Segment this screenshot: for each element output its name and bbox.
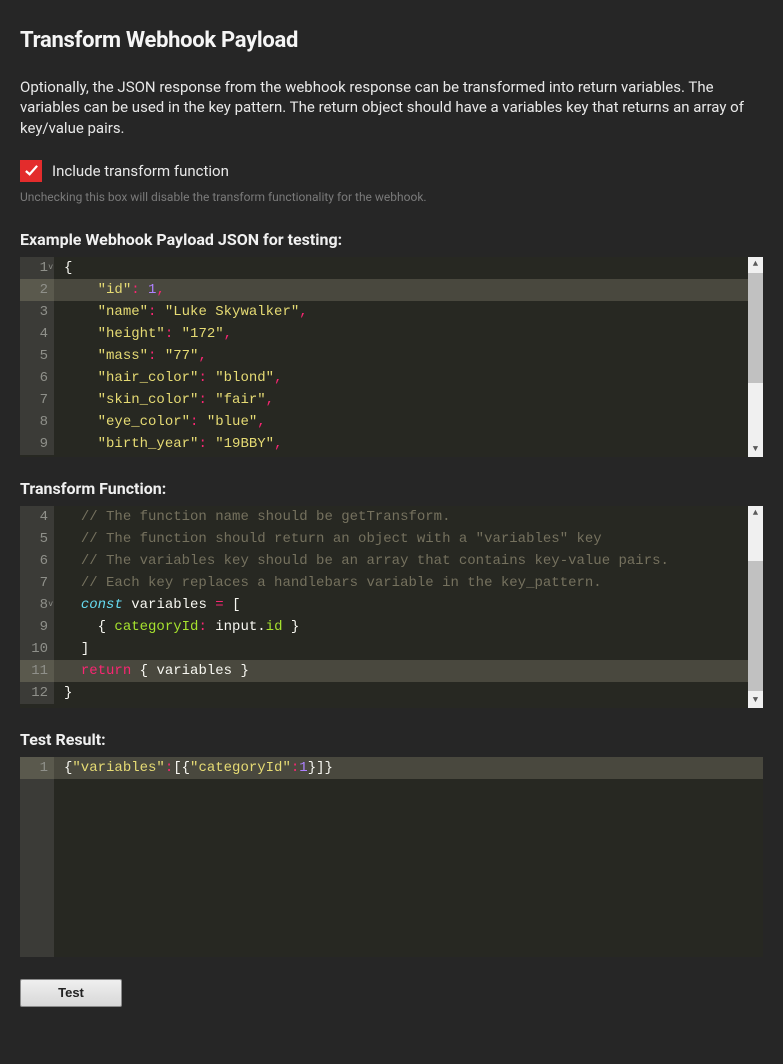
- scrollbar-thumb[interactable]: [748, 273, 763, 383]
- page-title: Transform Webhook Payload: [20, 28, 763, 53]
- test-result-editor[interactable]: 1{"variables":[{"categoryId":1}]}: [20, 757, 763, 957]
- code-line[interactable]: 5 // The function should return an objec…: [20, 528, 763, 550]
- code-line[interactable]: 1{"variables":[{"categoryId":1}]}: [20, 757, 763, 779]
- include-transform-row: Include transform function: [20, 160, 763, 182]
- code-line[interactable]: 8 "eye_color": "blue",: [20, 411, 763, 433]
- code-line[interactable]: 4 // The function name should be getTran…: [20, 506, 763, 528]
- scroll-down-icon[interactable]: ▼: [748, 693, 763, 708]
- fold-icon[interactable]: v: [48, 594, 53, 616]
- json-editor[interactable]: ▲ ▼ 1v{2 "id": 1,3 "name": "Luke Skywalk…: [20, 257, 763, 457]
- code-line[interactable]: 9 { categoryId: input.id }: [20, 616, 763, 638]
- code-line[interactable]: 5 "mass": "77",: [20, 345, 763, 367]
- fold-icon[interactable]: v: [48, 257, 53, 279]
- include-transform-checkbox[interactable]: [20, 160, 42, 182]
- scrollbar-track[interactable]: ▲ ▼: [748, 506, 763, 708]
- code-line[interactable]: 3 "name": "Luke Skywalker",: [20, 301, 763, 323]
- code-line[interactable]: 10 ]: [20, 638, 763, 660]
- include-transform-label: Include transform function: [52, 162, 229, 180]
- code-line[interactable]: 8v const variables = [: [20, 594, 763, 616]
- code-line[interactable]: 6 // The variables key should be an arra…: [20, 550, 763, 572]
- code-line[interactable]: 6 "hair_color": "blond",: [20, 367, 763, 389]
- description-text: Optionally, the JSON response from the w…: [20, 77, 763, 138]
- scrollbar-track[interactable]: ▲ ▼: [748, 257, 763, 457]
- test-button[interactable]: Test: [20, 979, 122, 1007]
- scroll-down-icon[interactable]: ▼: [748, 442, 763, 457]
- scroll-up-icon[interactable]: ▲: [748, 257, 763, 272]
- code-line[interactable]: 11 return { variables }: [20, 660, 763, 682]
- scroll-up-icon[interactable]: ▲: [748, 506, 763, 521]
- code-line[interactable]: 9 "birth_year": "19BBY",: [20, 433, 763, 455]
- include-transform-hint: Unchecking this box will disable the tra…: [20, 190, 763, 204]
- scrollbar-thumb[interactable]: [748, 561, 763, 691]
- code-line[interactable]: 4 "height": "172",: [20, 323, 763, 345]
- check-icon: [24, 163, 39, 178]
- code-line[interactable]: 1v{: [20, 257, 763, 279]
- transform-function-editor[interactable]: ▲ ▼ 4 // The function name should be get…: [20, 506, 763, 708]
- code-line[interactable]: 12}: [20, 682, 763, 704]
- result-section-label: Test Result:: [20, 730, 763, 749]
- code-line[interactable]: 2 "id": 1,: [20, 279, 763, 301]
- code-line[interactable]: 7 // Each key replaces a handlebars vari…: [20, 572, 763, 594]
- code-line[interactable]: 7 "skin_color": "fair",: [20, 389, 763, 411]
- fn-section-label: Transform Function:: [20, 479, 763, 498]
- json-section-label: Example Webhook Payload JSON for testing…: [20, 230, 763, 249]
